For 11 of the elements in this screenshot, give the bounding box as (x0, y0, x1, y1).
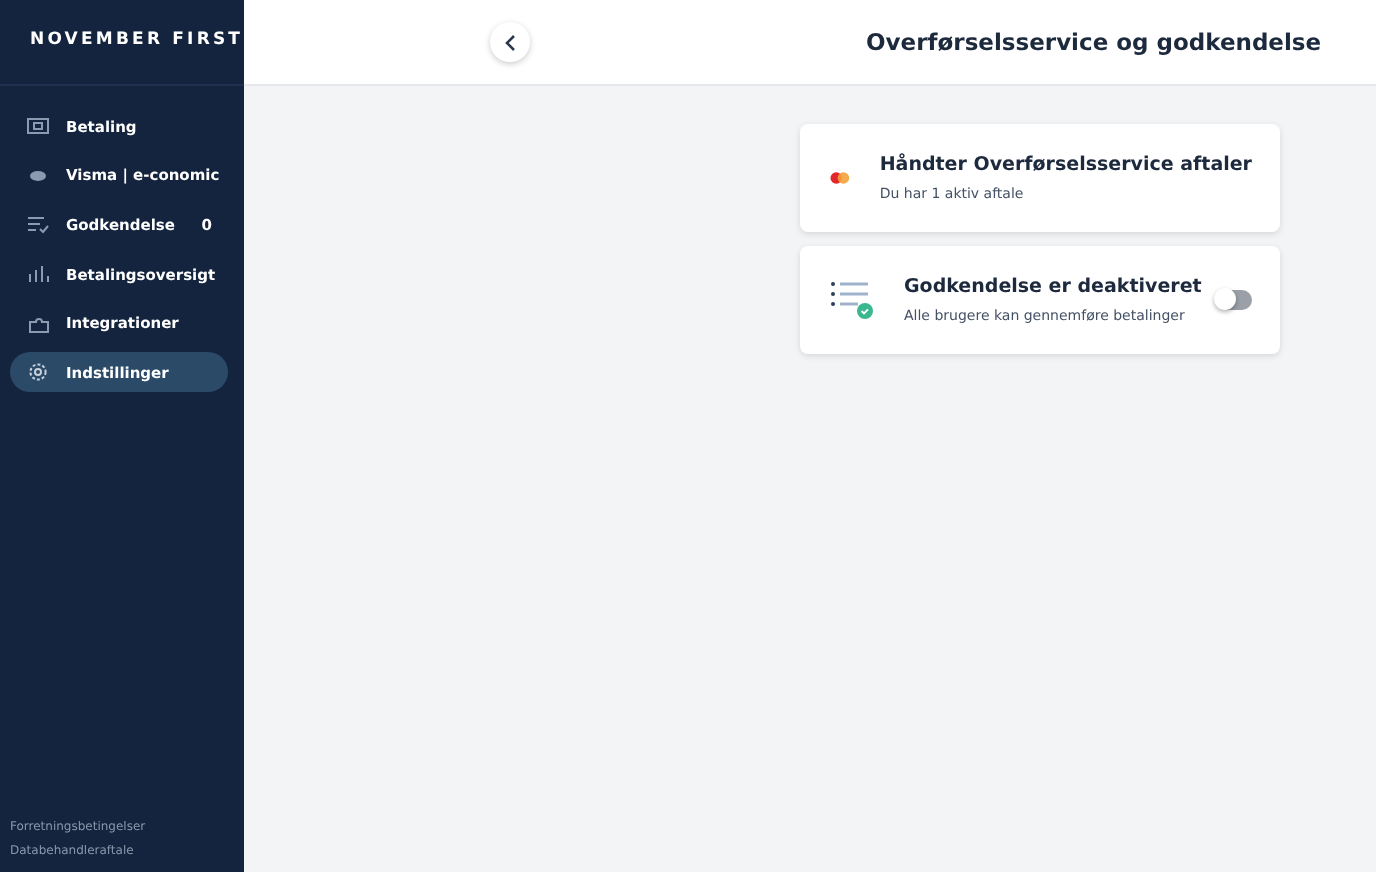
page-title: Overførselsservice og godkendelse (866, 28, 1322, 56)
checklist-icon (26, 214, 50, 235)
card-title: Godkendelse er deaktiveret (904, 276, 1204, 298)
toggle-switch[interactable] (1216, 290, 1252, 310)
card-title: Håndter Overførselsservice aftaler (879, 154, 1252, 176)
settings-icon (26, 362, 50, 383)
chart-icon (26, 264, 50, 285)
chevron-left-icon (504, 33, 516, 51)
checklist-icon (830, 280, 874, 320)
card-icon (26, 116, 50, 136)
back-button[interactable] (490, 22, 530, 62)
